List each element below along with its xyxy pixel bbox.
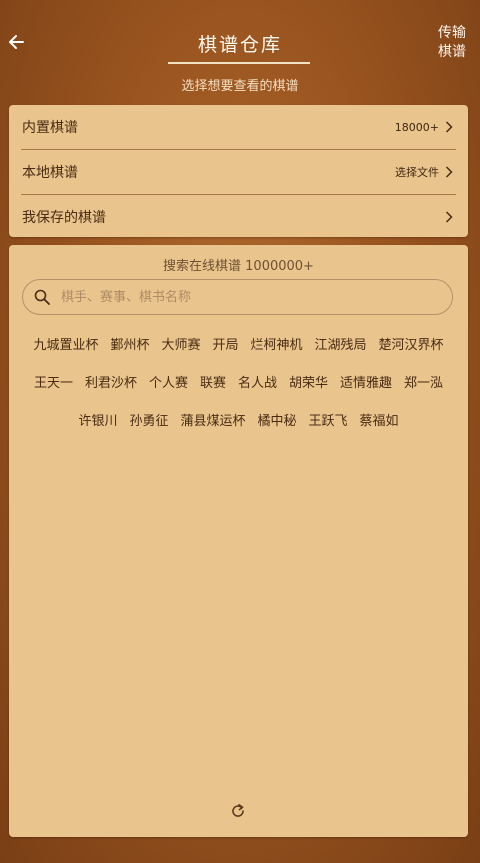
saved-games-row[interactable]: 我保存的棋谱 — [9, 195, 468, 239]
tag-yinzhou-cup[interactable]: 鄞州杯 — [104, 334, 155, 353]
search-icon — [33, 288, 51, 306]
transfer-label-line2: 棋谱 — [438, 44, 466, 60]
page-subtitle: 选择想要查看的棋谱 — [181, 79, 299, 94]
page-title: 棋谱仓库 — [197, 34, 282, 56]
tag-wang-tianyi[interactable]: 王天一 — [28, 372, 79, 391]
tag-individual[interactable]: 个人赛 — [143, 372, 194, 391]
tag-row-1: 九城置业杯 鄞州杯 大师赛 开局 烂柯神机 江湖残局 楚河汉界杯 — [9, 334, 468, 353]
tag-jiucheng-cup[interactable]: 九城置业杯 — [27, 334, 104, 353]
tag-puxian-cup[interactable]: 蒲县煤运杯 — [174, 410, 251, 429]
search-section-title: 搜索在线棋谱 1000000+ — [163, 259, 314, 274]
online-search-card: 搜索在线棋谱 1000000+ 九城置业杯 鄞州杯 大师赛 开局 烂柯神机 江湖… — [9, 245, 468, 837]
transfer-games-button[interactable]: 传输 棋谱 — [436, 24, 468, 62]
tag-row-3: 许银川 孙勇征 蒲县煤运杯 橘中秘 王跃飞 蔡福如 — [9, 410, 468, 429]
chevron-right-icon — [445, 120, 455, 134]
local-games-label: 本地棋谱 — [22, 165, 78, 181]
tag-lijunsha-cup[interactable]: 利君沙杯 — [79, 372, 143, 391]
builtin-games-count: 18000+ — [394, 120, 439, 134]
tag-chuhe-hanjie-cup[interactable]: 楚河汉界杯 — [373, 334, 450, 353]
builtin-games-row[interactable]: 内置棋谱 18000+ — [9, 105, 468, 149]
tag-juzhongmi[interactable]: 橘中秘 — [252, 410, 303, 429]
tag-lanke-shenji[interactable]: 烂柯神机 — [245, 334, 309, 353]
saved-games-label: 我保存的棋谱 — [22, 210, 106, 226]
tag-shiqing-yaqu[interactable]: 适情雅趣 — [334, 372, 398, 391]
search-input[interactable] — [59, 288, 423, 306]
refresh-icon — [232, 804, 244, 817]
chevron-right-icon — [445, 165, 455, 179]
title-underline — [168, 62, 310, 64]
tag-hu-ronghua[interactable]: 胡荣华 — [283, 372, 334, 391]
tag-mingren[interactable]: 名人战 — [232, 372, 283, 391]
transfer-label-line1: 传输 — [438, 25, 466, 41]
tag-zheng-yihong[interactable]: 郑一泓 — [398, 372, 449, 391]
search-box[interactable] — [22, 279, 453, 315]
tag-jianghu-endgame[interactable]: 江湖残局 — [309, 334, 373, 353]
chevron-right-icon — [445, 210, 455, 224]
refresh-button[interactable] — [229, 802, 247, 820]
tag-row-2: 王天一 利君沙杯 个人赛 联赛 名人战 胡荣华 适情雅趣 郑一泓 — [9, 372, 468, 391]
tag-league[interactable]: 联赛 — [194, 372, 232, 391]
app-header: 棋谱仓库 传输 棋谱 选择想要查看的棋谱 — [0, 0, 480, 100]
choose-file-label: 选择文件 — [395, 166, 439, 179]
tag-cai-furu[interactable]: 蔡福如 — [354, 410, 405, 429]
tag-xu-yinchuan[interactable]: 许银川 — [72, 410, 123, 429]
tag-sun-yongzheng[interactable]: 孙勇征 — [123, 410, 174, 429]
builtin-games-label: 内置棋谱 — [22, 120, 78, 136]
tag-wang-yuefei[interactable]: 王跃飞 — [303, 410, 354, 429]
local-games-row[interactable]: 本地棋谱 选择文件 — [9, 150, 468, 194]
library-card: 内置棋谱 18000+ 本地棋谱 选择文件 我保存的棋谱 — [9, 105, 468, 237]
tag-opening[interactable]: 开局 — [206, 334, 244, 353]
tag-masters[interactable]: 大师赛 — [155, 334, 206, 353]
